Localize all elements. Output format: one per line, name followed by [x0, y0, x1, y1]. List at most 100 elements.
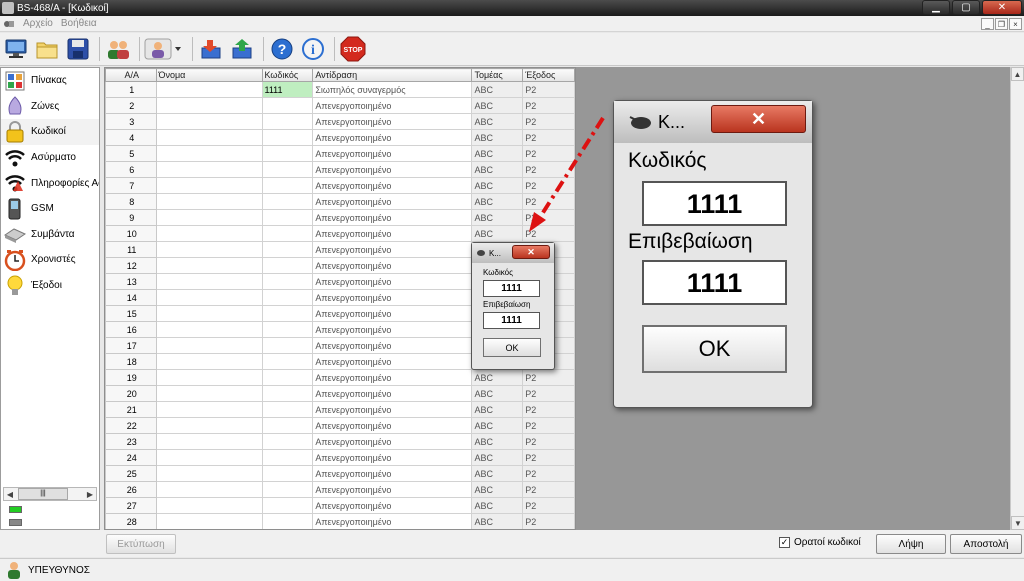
cell-reaction[interactable]: Απενεργοποιημένο [312, 385, 473, 402]
cell-reaction[interactable]: Απενεργοποιημένο [312, 321, 473, 338]
cell-code[interactable] [261, 97, 314, 114]
table-row[interactable]: 2 Απενεργοποιημένο ABC P2 [105, 97, 575, 114]
sidebar-horizontal-scrollbar[interactable]: ◀ ||| ▶ [3, 487, 97, 501]
cell-partition[interactable]: ABC [471, 161, 524, 178]
cell-name[interactable] [155, 513, 263, 529]
cell-code[interactable] [261, 129, 314, 146]
column-header-partition[interactable]: Τομέας [471, 68, 524, 82]
cell-code[interactable] [261, 481, 314, 498]
cell-name[interactable] [155, 337, 263, 354]
cell-partition[interactable]: ABC [471, 145, 524, 162]
cell-output[interactable]: P2 [522, 433, 575, 450]
cell-reaction[interactable]: Απενεργοποιημένο [312, 433, 473, 450]
table-row[interactable]: 27 Απενεργοποιημένο ABC P2 [105, 497, 575, 514]
cell-name[interactable] [155, 257, 263, 274]
cell-reaction[interactable]: Απενεργοποιημένο [312, 241, 473, 258]
cell-reaction[interactable]: Απενεργοποιημένο [312, 225, 473, 242]
cell-reaction[interactable]: Απενεργοποιημένο [312, 161, 473, 178]
cell-output[interactable]: P2 [522, 513, 575, 529]
cell-output[interactable]: P2 [522, 81, 575, 98]
cell-name[interactable] [155, 177, 263, 194]
cell-name[interactable] [155, 417, 263, 434]
receive-button[interactable]: Λήψη [876, 534, 946, 554]
app-menu-icon[interactable] [3, 18, 15, 30]
table-row[interactable]: 7 Απενεργοποιημένο ABC P2 [105, 177, 575, 194]
cell-reaction[interactable]: Απενεργοποιημένο [312, 289, 473, 306]
dialog-code-input[interactable]: 1111 [642, 181, 787, 226]
cell-reaction[interactable]: Απενεργοποιημένο [312, 369, 473, 386]
cell-output[interactable]: P2 [522, 481, 575, 498]
table-row[interactable]: 5 Απενεργοποιημένο ABC P2 [105, 145, 575, 162]
cell-partition[interactable]: ABC [471, 113, 524, 130]
cell-name[interactable] [155, 497, 263, 514]
cell-code[interactable] [261, 177, 314, 194]
cell-code[interactable] [261, 497, 314, 514]
table-row[interactable]: 8 Απενεργοποιημένο ABC P2 [105, 193, 575, 210]
menu-file[interactable]: Αρχείο [23, 18, 53, 29]
cell-code[interactable] [261, 193, 314, 210]
cell-partition[interactable]: ABC [471, 193, 524, 210]
cell-name[interactable] [155, 145, 263, 162]
cell-partition[interactable]: ABC [471, 177, 524, 194]
cell-code[interactable] [261, 465, 314, 482]
cell-name[interactable] [155, 241, 263, 258]
user-dropdown-icon[interactable] [144, 36, 184, 63]
cell-reaction[interactable]: Απενεργοποιημένο [312, 209, 473, 226]
cell-name[interactable] [155, 305, 263, 322]
cell-name[interactable] [155, 225, 263, 242]
cell-code[interactable] [261, 305, 314, 322]
table-row[interactable]: 25 Απενεργοποιημένο ABC P2 [105, 465, 575, 482]
cell-output[interactable]: P2 [522, 449, 575, 466]
cell-name[interactable] [155, 401, 263, 418]
cell-name[interactable] [155, 97, 263, 114]
cell-reaction[interactable]: Απενεργοποιημένο [312, 481, 473, 498]
cell-reaction[interactable]: Σιωπηλός συναγερμός [312, 81, 473, 98]
cell-partition[interactable]: ABC [471, 129, 524, 146]
column-header-output[interactable]: Έξοδος [522, 68, 575, 82]
sidebar-item-codes[interactable]: Κωδικοί [1, 119, 99, 145]
cell-reaction[interactable]: Απενεργοποιημένο [312, 513, 473, 529]
cell-name[interactable] [155, 193, 263, 210]
cell-reaction[interactable]: Απενεργοποιημένο [312, 497, 473, 514]
send-button[interactable]: Αποστολή [950, 534, 1022, 554]
cell-partition[interactable]: ABC [471, 465, 524, 482]
cell-name[interactable] [155, 353, 263, 370]
download-icon[interactable] [197, 36, 224, 63]
cell-code[interactable] [261, 321, 314, 338]
sidebar-item-gsm[interactable]: GSM [1, 196, 99, 222]
cell-code[interactable] [261, 513, 314, 529]
cell-output[interactable]: P2 [522, 113, 575, 130]
cell-reaction[interactable]: Απενεργοποιημένο [312, 337, 473, 354]
table-row[interactable]: 26 Απενεργοποιημένο ABC P2 [105, 481, 575, 498]
sidebar-item-panel[interactable]: Πίνακας [1, 68, 99, 94]
cell-output[interactable]: P2 [522, 177, 575, 194]
cell-name[interactable] [155, 209, 263, 226]
cell-partition[interactable]: ABC [471, 497, 524, 514]
table-row[interactable]: 6 Απενεργοποιημένο ABC P2 [105, 161, 575, 178]
cell-output[interactable]: P2 [522, 401, 575, 418]
cell-reaction[interactable]: Απενεργοποιημένο [312, 145, 473, 162]
dialog-ok-button[interactable]: OK [642, 325, 787, 373]
cell-output[interactable]: P2 [522, 369, 575, 386]
cell-name[interactable] [155, 161, 263, 178]
cell-name[interactable] [155, 321, 263, 338]
scroll-down-icon[interactable]: ▼ [1011, 516, 1024, 530]
table-row[interactable]: 22 Απενεργοποιημένο ABC P2 [105, 417, 575, 434]
cell-code[interactable] [261, 145, 314, 162]
save-icon[interactable] [64, 36, 91, 63]
cell-code[interactable] [261, 113, 314, 130]
mdi-minimize-button[interactable]: _ [981, 18, 994, 30]
cell-output[interactable]: P2 [522, 97, 575, 114]
table-row[interactable]: 24 Απενεργοποιημένο ABC P2 [105, 449, 575, 466]
cell-partition[interactable]: ABC [471, 225, 524, 242]
help-icon[interactable]: ? [268, 36, 295, 63]
cell-output[interactable]: P2 [522, 385, 575, 402]
monitor-icon[interactable] [2, 36, 29, 63]
dialog-confirm-input[interactable]: 1111 [483, 312, 540, 329]
sidebar-item-outputs[interactable]: Έξοδοι [1, 273, 99, 299]
cell-code[interactable] [261, 257, 314, 274]
sidebar-item-wireless[interactable]: Ασύρματο [1, 145, 99, 171]
cell-partition[interactable]: ABC [471, 97, 524, 114]
cell-name[interactable] [155, 273, 263, 290]
table-row[interactable]: 3 Απενεργοποιημένο ABC P2 [105, 113, 575, 130]
